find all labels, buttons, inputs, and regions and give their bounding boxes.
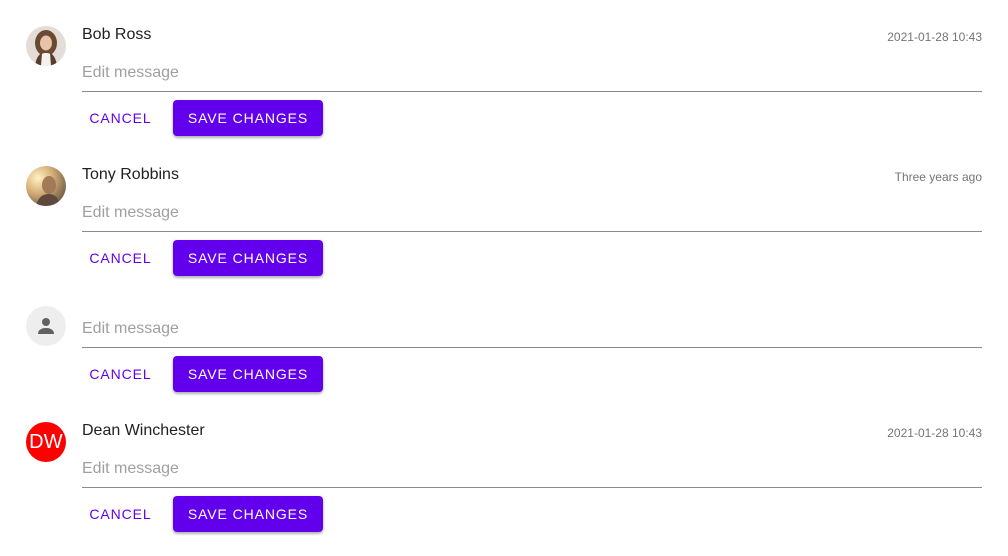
- author-name: Bob Ross: [82, 26, 152, 43]
- edit-message-field[interactable]: [82, 453, 982, 488]
- save-changes-button[interactable]: SAVE CHANGES: [173, 356, 323, 392]
- comments-page: Bob Ross 2021-01-28 10:43 CANCEL SAVE CH…: [0, 0, 1008, 556]
- author-name: Tony Robbins: [82, 166, 179, 183]
- save-changes-button[interactable]: SAVE CHANGES: [173, 240, 323, 276]
- edit-message-input[interactable]: [82, 197, 982, 229]
- avatar: [26, 166, 66, 206]
- edit-message-input[interactable]: [82, 313, 982, 345]
- cancel-button[interactable]: CANCEL: [82, 496, 159, 532]
- comment-timestamp: 2021-01-28 10:43: [887, 30, 982, 44]
- person-icon: [38, 318, 54, 334]
- save-changes-button[interactable]: SAVE CHANGES: [173, 100, 323, 136]
- save-changes-button[interactable]: SAVE CHANGES: [173, 496, 323, 532]
- edit-message-field[interactable]: [82, 313, 982, 348]
- cancel-button[interactable]: CANCEL: [82, 240, 159, 276]
- cancel-button[interactable]: CANCEL: [82, 100, 159, 136]
- edit-message-field[interactable]: [82, 197, 982, 232]
- avatar: DW: [26, 422, 66, 462]
- avatar-photo: [26, 166, 66, 206]
- avatar: [26, 306, 66, 346]
- edit-message-input[interactable]: [82, 57, 982, 89]
- author-name: Dean Winchester: [82, 422, 205, 439]
- avatar: [26, 26, 66, 66]
- cancel-button[interactable]: CANCEL: [82, 356, 159, 392]
- comment-timestamp: Three years ago: [894, 170, 982, 184]
- avatar-photo: [26, 26, 66, 66]
- edit-message-input[interactable]: [82, 453, 982, 485]
- comment-timestamp: 2021-01-28 10:43: [887, 426, 982, 440]
- edit-message-field[interactable]: [82, 57, 982, 92]
